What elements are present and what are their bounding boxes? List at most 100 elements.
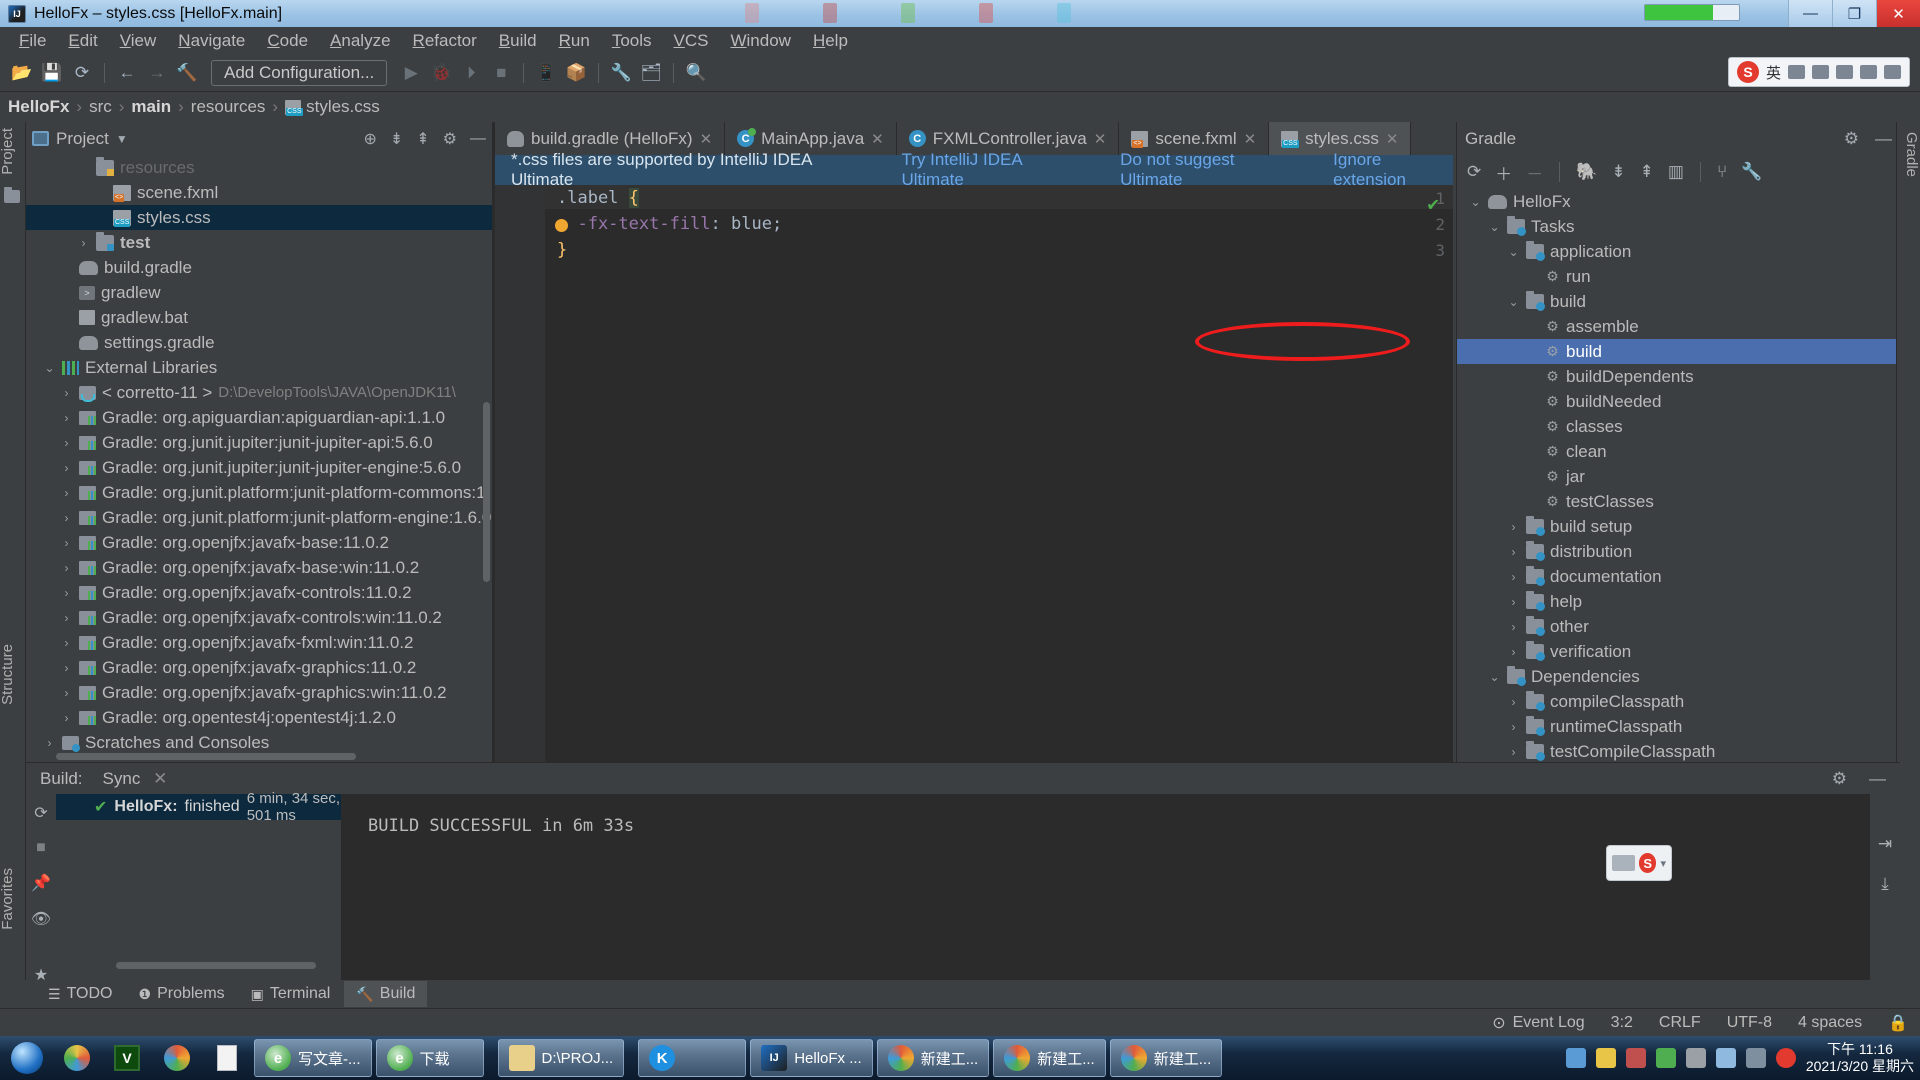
gradle-tree-item[interactable]: ›testCompileClasspath <box>1457 739 1901 762</box>
gradle-tree[interactable]: ⌄HelloFx⌄Tasks⌄application⚙run⌄build⚙ass… <box>1457 189 1901 762</box>
sidebar-tab-gradle[interactable]: Gradle <box>1896 128 1920 181</box>
refresh-icon[interactable]: ⟳ <box>1467 162 1481 182</box>
project-structure-icon[interactable]: 🗂 <box>637 59 665 87</box>
sync-icon[interactable]: ⟳ <box>68 59 96 87</box>
gradle-tree-item[interactable]: ⚙jar <box>1457 464 1901 489</box>
search-icon[interactable]: 🔍 <box>682 59 710 87</box>
bottom-tab-build[interactable]: 🔨Build <box>344 981 427 1007</box>
taskbar-button-3[interactable]: K <box>638 1039 746 1077</box>
sogou-icon[interactable]: S <box>1639 853 1657 873</box>
pin-icon[interactable]: 📌 <box>31 873 51 893</box>
tree-item[interactable]: >gradlew <box>26 280 492 305</box>
event-log-button[interactable]: ⊙ Event Log <box>1492 1013 1584 1033</box>
chevron-down-icon[interactable]: ⌄ <box>1488 670 1501 684</box>
build-console[interactable]: BUILD SUCCESSFUL in 6m 33s <box>342 794 1870 981</box>
tree-item[interactable]: ›Gradle: org.junit.jupiter:junit-jupiter… <box>26 455 492 480</box>
network-icon[interactable] <box>1596 1048 1616 1068</box>
tree-item[interactable]: ›Gradle: org.openjfx:javafx-controls:11.… <box>26 580 492 605</box>
sidebar-tab-project[interactable]: Project <box>0 122 25 181</box>
visual-studio-icon[interactable]: V <box>104 1037 150 1079</box>
gradle-tree-item[interactable]: ›build setup <box>1457 514 1901 539</box>
gradle-tree-item[interactable]: ⚙buildNeeded <box>1457 389 1901 414</box>
chevron-right-icon[interactable]: › <box>60 686 73 700</box>
taskbar-button-7[interactable]: 新建工... <box>1110 1039 1223 1077</box>
stop-icon[interactable]: ■ <box>487 59 515 87</box>
gradle-tree-item[interactable]: ⌄HelloFx <box>1457 189 1901 214</box>
bottom-tab-terminal[interactable]: ▣Terminal <box>239 981 343 1007</box>
tree-item[interactable]: gradlew.bat <box>26 305 492 330</box>
menu-item-file[interactable]: File <box>8 28 57 54</box>
close-icon[interactable]: ✕ <box>1094 130 1107 148</box>
breadcrumb-item-src[interactable]: src <box>89 97 112 117</box>
taskbar-button-4[interactable]: IJHelloFx ... <box>750 1039 873 1077</box>
chevron-right-icon[interactable]: › <box>60 436 73 450</box>
ignore-extension-link[interactable]: Ignore extension <box>1333 150 1453 190</box>
menu-item-view[interactable]: View <box>109 28 168 54</box>
gradle-icon[interactable]: 🐘 <box>1576 162 1597 182</box>
tree-item[interactable]: ›Gradle: org.openjfx:javafx-fxml:win:11.… <box>26 630 492 655</box>
tree-item[interactable]: ›Gradle: org.junit.jupiter:junit-jupiter… <box>26 430 492 455</box>
collapse-all-icon[interactable]: ⇞ <box>416 129 429 149</box>
chevron-down-icon[interactable]: ▾ <box>1660 857 1666 870</box>
soft-wrap-icon[interactable]: ⇥ <box>1878 834 1892 854</box>
settings-wrench-icon[interactable]: 🔧 <box>607 59 635 87</box>
ie-browser-icon[interactable] <box>54 1037 100 1079</box>
menu-item-code[interactable]: Code <box>256 28 319 54</box>
gradle-tree-item[interactable]: ›documentation <box>1457 564 1901 589</box>
gradle-tree-item[interactable]: ⌄build <box>1457 289 1901 314</box>
paint-icon[interactable] <box>154 1037 200 1079</box>
chevron-down-icon[interactable]: ⌄ <box>43 361 56 375</box>
menu-item-window[interactable]: Window <box>719 28 801 54</box>
gradle-tree-item[interactable]: ›help <box>1457 589 1901 614</box>
inspection-status-icon[interactable]: ✔ <box>1428 193 1439 215</box>
breadcrumb-item-resources[interactable]: resources <box>191 97 266 117</box>
breadcrumb-item-styles-css[interactable]: CSSstyles.css <box>285 97 380 117</box>
chevron-right-icon[interactable]: › <box>60 711 73 725</box>
chevron-right-icon[interactable]: › <box>77 236 90 250</box>
project-vertical-scrollbar[interactable] <box>483 402 490 582</box>
chevron-right-icon[interactable]: › <box>60 561 73 575</box>
sdk-manager-icon[interactable]: 📦 <box>562 59 590 87</box>
build-hammer-icon[interactable]: 🔨 <box>173 59 201 87</box>
menu-item-vcs[interactable]: VCS <box>663 28 720 54</box>
tree-item[interactable]: ›Gradle: org.openjfx:javafx-base:win:11.… <box>26 555 492 580</box>
speaker-icon[interactable] <box>1716 1048 1736 1068</box>
chevron-right-icon[interactable]: › <box>1507 545 1520 559</box>
taskbar-clock[interactable]: 下午 11:16 2021/3/20 星期六 <box>1806 1041 1914 1076</box>
bottom-tab-problems[interactable]: ❶Problems <box>127 981 237 1007</box>
code-line-2[interactable]: -fx-text-fill: blue; <box>557 214 782 234</box>
project-horizontal-scrollbar[interactable] <box>56 753 356 760</box>
forward-arrow-icon[interactable]: → <box>143 59 171 87</box>
chevron-right-icon[interactable]: › <box>1507 720 1520 734</box>
chevron-down-icon[interactable]: ⌄ <box>1469 195 1482 209</box>
tree-item[interactable]: ›Gradle: org.junit.platform:junit-platfo… <box>26 480 492 505</box>
indent-setting[interactable]: 4 spaces <box>1798 1014 1862 1032</box>
ime-toolbox-icon[interactable] <box>1860 65 1877 79</box>
menu-item-navigate[interactable]: Navigate <box>167 28 256 54</box>
chevron-down-icon[interactable]: ⌄ <box>1507 295 1520 309</box>
chevron-right-icon[interactable]: › <box>60 661 73 675</box>
run-icon[interactable]: ▶ <box>397 59 425 87</box>
open-folder-icon[interactable]: 📂 <box>8 59 36 87</box>
close-icon[interactable]: ✕ <box>700 130 713 148</box>
menu-item-build[interactable]: Build <box>488 28 548 54</box>
menu-item-help[interactable]: Help <box>802 28 859 54</box>
gear-icon[interactable]: ⚙ <box>1832 769 1847 789</box>
tree-item[interactable]: <>scene.fxml <box>26 180 492 205</box>
close-icon[interactable]: ✕ <box>1386 130 1399 148</box>
rerun-icon[interactable]: ⟳ <box>34 803 47 823</box>
gradle-tree-item[interactable]: ⚙build <box>1457 339 1901 364</box>
taskbar-button-5[interactable]: 新建工... <box>877 1039 990 1077</box>
ime-keyboard-icon[interactable] <box>1812 65 1829 79</box>
tree-item[interactable]: ›Gradle: org.openjfx:javafx-graphics:11.… <box>26 655 492 680</box>
sidebar-tab-favorites[interactable]: Favorites <box>0 862 25 936</box>
bottom-tab-todo[interactable]: ☰TODO <box>36 981 125 1007</box>
hide-icon[interactable]: — <box>1875 129 1892 149</box>
breadcrumb-item-hellofx[interactable]: HelloFx <box>8 97 69 117</box>
screen-icon[interactable] <box>1566 1048 1586 1068</box>
build-tab-sync[interactable]: Sync ✕ <box>99 766 172 792</box>
settings-wrench-icon[interactable]: 🔧 <box>1741 162 1762 182</box>
build-tree-scrollbar[interactable] <box>116 962 316 969</box>
chevron-right-icon[interactable]: › <box>1507 520 1520 534</box>
maximize-button[interactable]: ❐ <box>1832 0 1876 27</box>
